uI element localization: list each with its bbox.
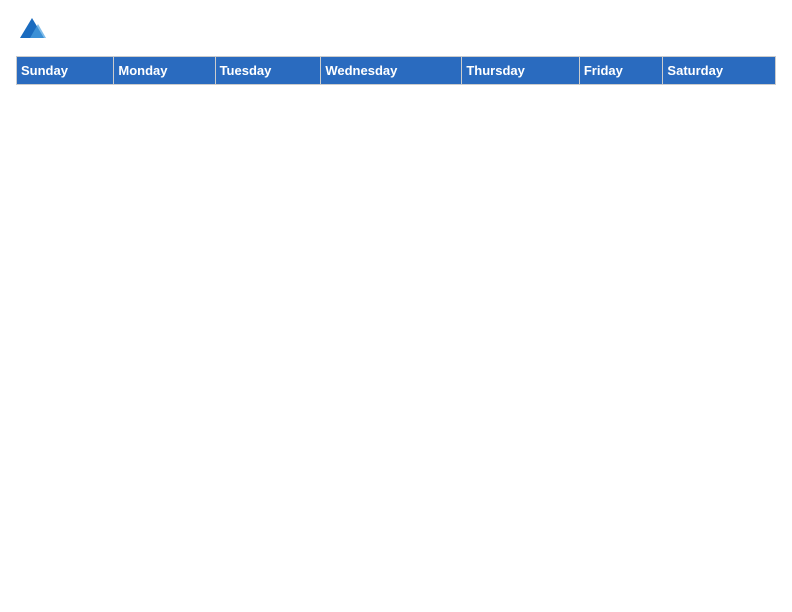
logo-icon <box>18 16 46 44</box>
weekday-header: Wednesday <box>321 57 462 85</box>
logo <box>16 16 46 44</box>
weekday-header: Monday <box>114 57 215 85</box>
weekday-header: Thursday <box>462 57 580 85</box>
calendar-header-row: SundayMondayTuesdayWednesdayThursdayFrid… <box>17 57 776 85</box>
weekday-header: Sunday <box>17 57 114 85</box>
weekday-header: Saturday <box>663 57 776 85</box>
calendar-table: SundayMondayTuesdayWednesdayThursdayFrid… <box>16 56 776 85</box>
page-header <box>16 16 776 44</box>
weekday-header: Friday <box>579 57 663 85</box>
weekday-header: Tuesday <box>215 57 321 85</box>
